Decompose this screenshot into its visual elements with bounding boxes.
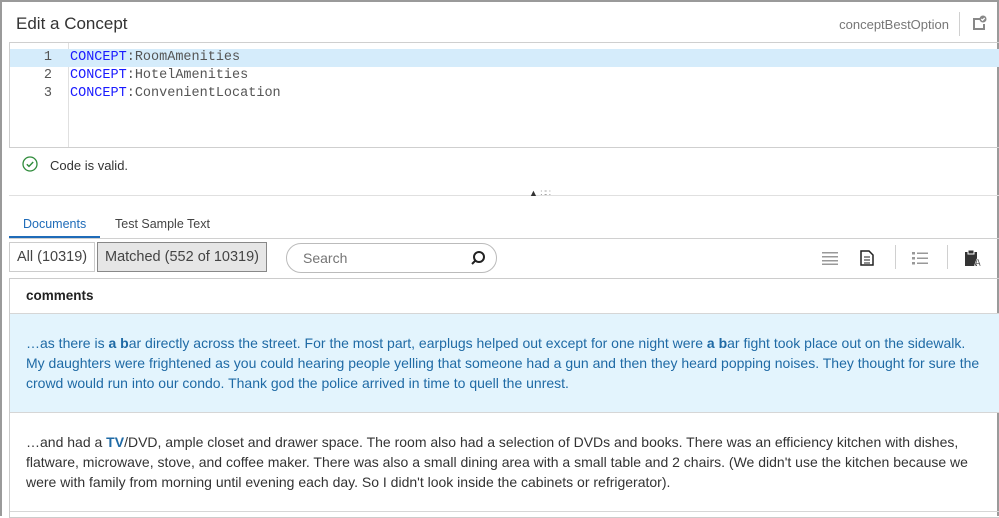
text: …as there is bbox=[26, 335, 109, 351]
list-options-icon[interactable] bbox=[910, 248, 930, 268]
status-text: Code is valid. bbox=[50, 158, 129, 173]
text: /DVD, ample closet and drawer space. The… bbox=[26, 434, 968, 490]
code-line[interactable]: 1 CONCEPT:RoomAmenities bbox=[10, 49, 999, 67]
filter-matched-button[interactable]: Matched (552 of 10319) bbox=[97, 242, 267, 272]
concept-ref: :ConvenientLocation bbox=[126, 86, 281, 101]
tab-divider bbox=[9, 238, 999, 239]
check-circle-icon bbox=[22, 156, 38, 175]
tab-documents[interactable]: Documents bbox=[9, 217, 101, 238]
match-highlight: a b bbox=[108, 335, 129, 351]
documents-table: comments …as there is a bar directly acr… bbox=[9, 278, 999, 518]
text: ar directly across the street. For the m… bbox=[128, 335, 707, 351]
splitter[interactable] bbox=[9, 195, 999, 196]
keyword: CONCEPT bbox=[70, 50, 127, 65]
table-view-icon[interactable] bbox=[820, 248, 840, 268]
code-line[interactable]: 2 CONCEPT:HotelAmenities bbox=[10, 67, 999, 85]
line-number: 1 bbox=[43, 50, 52, 65]
collapse-handle-icon[interactable]: ▲ ∷∷ bbox=[529, 188, 551, 199]
table-row[interactable]: …as there is a bar directly across the s… bbox=[10, 314, 999, 413]
table-row[interactable]: …and had a TV/DVD, ample closet and draw… bbox=[10, 413, 999, 512]
page-title: Edit a Concept bbox=[16, 14, 128, 33]
search-input[interactable] bbox=[286, 243, 497, 273]
clipboard-text-icon[interactable]: A bbox=[963, 248, 983, 268]
text: …and had a bbox=[26, 434, 107, 450]
divider bbox=[895, 245, 896, 269]
tab-test-sample-text[interactable]: Test Sample Text bbox=[115, 217, 210, 236]
concept-ref: :RoomAmenities bbox=[126, 50, 241, 65]
code-line[interactable]: 3 CONCEPT:ConvenientLocation bbox=[10, 85, 999, 103]
divider bbox=[947, 245, 948, 269]
keyword: CONCEPT bbox=[70, 86, 127, 101]
line-number: 2 bbox=[43, 68, 52, 83]
search-icon[interactable] bbox=[470, 250, 486, 271]
concept-ref: :HotelAmenities bbox=[126, 68, 249, 83]
filter-all-button[interactable]: All (10319) bbox=[9, 242, 96, 272]
concept-name: conceptBestOption bbox=[839, 17, 949, 32]
match-highlight: a b bbox=[706, 335, 728, 351]
svg-text:A: A bbox=[974, 258, 981, 267]
divider bbox=[959, 12, 960, 36]
validation-status: Code is valid. bbox=[22, 156, 128, 175]
code-editor[interactable]: 1 CONCEPT:RoomAmenities 2 CONCEPT:HotelAme… bbox=[9, 42, 999, 148]
match-highlight: TV bbox=[106, 434, 125, 450]
keyword: CONCEPT bbox=[70, 68, 127, 83]
line-number: 3 bbox=[43, 86, 52, 101]
column-header-comments[interactable]: comments bbox=[10, 279, 999, 314]
validate-icon[interactable] bbox=[971, 15, 987, 36]
document-view-icon[interactable] bbox=[857, 248, 877, 268]
